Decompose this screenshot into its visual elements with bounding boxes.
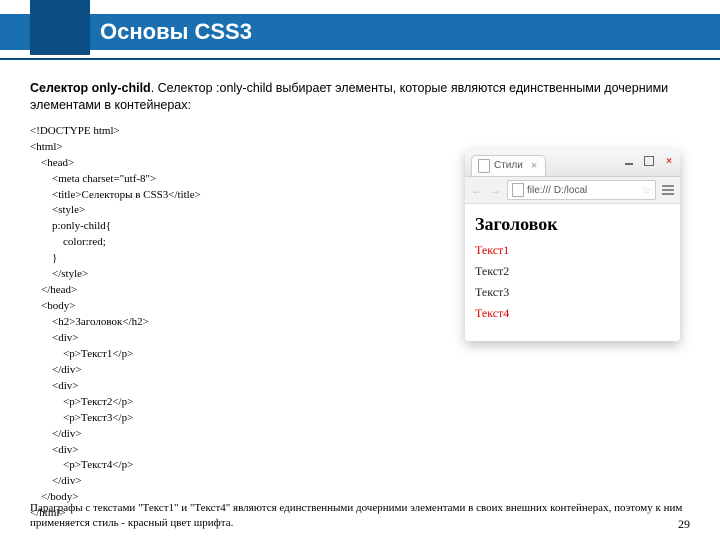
page-number: 29 [678,517,690,532]
browser-titlebar: Стили × × [465,150,680,177]
file-icon [478,159,490,173]
close-tab-icon[interactable]: × [531,160,537,172]
intro-bold: Селектор only-child [30,81,151,95]
rendered-p4: Текст4 [475,306,670,321]
slide-header: Основы CSS3 [0,0,720,70]
nav-back-icon[interactable]: ← [471,183,483,197]
browser-tab[interactable]: Стили × [471,155,546,176]
rendered-p1: Текст1 [475,243,670,258]
rendered-p3: Текст3 [475,285,670,300]
page-title: Основы CSS3 [100,19,252,45]
browser-toolbar: ← → file:///D:/local ☆ [465,177,680,204]
tab-title: Стили [494,160,523,171]
hamburger-menu-icon[interactable] [662,185,674,195]
window-minimize-button[interactable] [620,154,638,168]
bookmark-star-icon[interactable]: ☆ [641,184,651,197]
browser-window: Стили × × ← → file:///D:/local ☆ Заголов… [465,150,680,341]
footnote-text: Параграфы с текстами "Текст1" и "Текст4"… [30,501,690,530]
header-underline [0,58,720,60]
code-listing: <!DOCTYPE html> <html> <head> <meta char… [30,124,350,522]
rendered-p2: Текст2 [475,264,670,279]
header-bar: Основы CSS3 [0,14,720,50]
intro-text: Селектор only-child. Селектор :only-chil… [30,80,690,114]
url-bar[interactable]: file:///D:/local ☆ [507,180,656,200]
header-accent-box [30,0,90,55]
rendered-page: Заголовок Текст1 Текст2 Текст3 Текст4 [465,204,680,341]
rendered-heading: Заголовок [475,214,670,235]
window-close-button[interactable]: × [660,154,678,168]
url-path: D:/local [554,185,587,196]
window-maximize-button[interactable] [640,154,658,168]
url-prefix: file:/// [527,185,551,196]
nav-forward-icon[interactable]: → [489,183,501,197]
url-file-icon [512,183,524,197]
